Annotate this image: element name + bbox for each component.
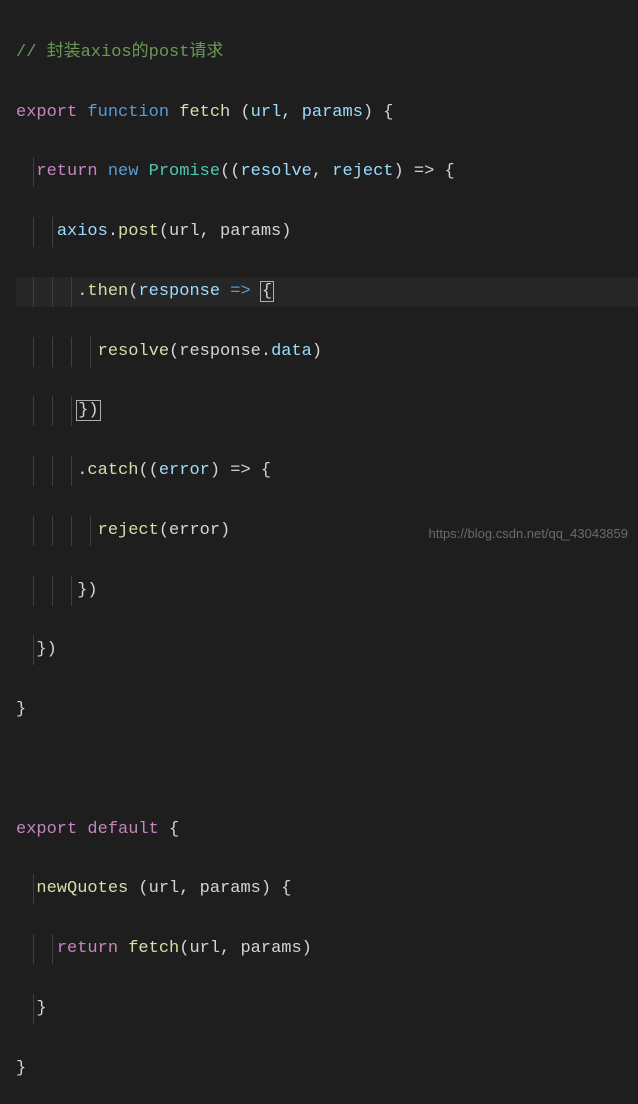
- code-line: resolve(response.data): [16, 337, 638, 367]
- watermark-text: https://blog.csdn.net/qq_43043859: [429, 523, 629, 546]
- comment-text: // 封装axios的post请求: [16, 43, 223, 62]
- cursor-position: {: [260, 281, 274, 302]
- code-line: newQuotes (url, params) {: [16, 874, 638, 904]
- code-line: }: [16, 695, 638, 725]
- code-line: [16, 755, 638, 785]
- code-line: axios.post(url, params): [16, 217, 638, 247]
- code-line: }: [16, 1054, 638, 1084]
- code-editor[interactable]: // 封装axios的post请求 export function fetch …: [0, 8, 638, 1104]
- code-line: export function fetch (url, params) {: [16, 98, 638, 128]
- code-line: return fetch(url, params): [16, 934, 638, 964]
- code-line: // 封装axios的post请求: [16, 38, 638, 68]
- code-line: }): [16, 396, 638, 426]
- code-line: return new Promise((resolve, reject) => …: [16, 157, 638, 187]
- code-line: }): [16, 576, 638, 606]
- code-line: }): [16, 635, 638, 665]
- code-line: .then(response => {: [16, 277, 638, 307]
- code-line: .catch((error) => {: [16, 456, 638, 486]
- code-line: }: [16, 994, 638, 1024]
- code-line: export default {: [16, 815, 638, 845]
